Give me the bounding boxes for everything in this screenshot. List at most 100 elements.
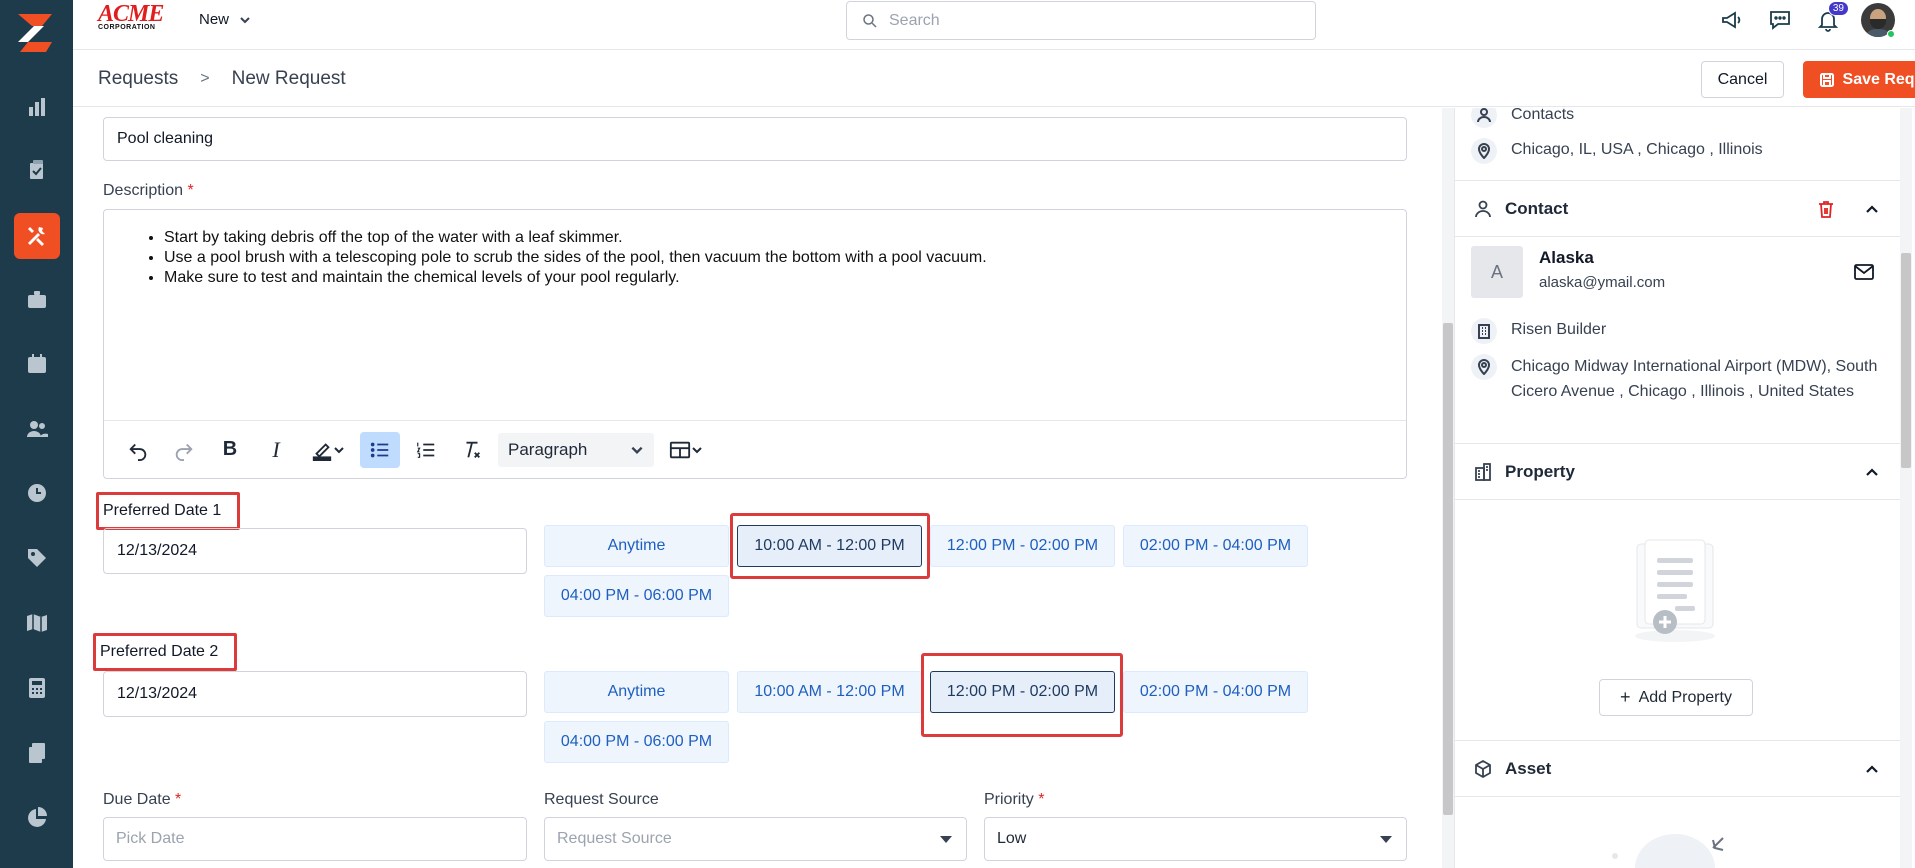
nav-invoices[interactable] [0,663,73,713]
bullet-list-button[interactable] [360,431,400,468]
search-icon [863,13,877,28]
cube-icon [1475,759,1491,778]
users-icon [26,421,48,437]
highlighter-icon [312,442,332,461]
contact-section-title: Contact [1505,198,1569,218]
due-date-label-text: Due Date [103,791,171,808]
description-list[interactable]: Start by taking debris off the top of th… [144,228,987,288]
paragraph-style-select[interactable]: Paragraph [498,432,654,467]
chevron-down-icon [692,446,702,453]
trash-icon[interactable] [1816,199,1836,219]
table-button[interactable] [660,432,712,468]
add-property-label: Add Property [1638,688,1732,706]
form-scrollbar-thumb[interactable] [1443,323,1453,815]
editor-toolbar: B I Paragraph [104,420,1406,478]
nav-reports[interactable] [0,82,73,132]
notifications-button[interactable]: 39 [1813,1,1849,35]
pd1-slot-4pm-6pm[interactable]: 04:00 PM - 06:00 PM [544,575,729,617]
pd1-slot-12pm-2pm[interactable]: 12:00 PM - 02:00 PM [930,525,1115,567]
pie-chart-icon [27,807,47,827]
pd2-slot-10am-12pm[interactable]: 10:00 AM - 12:00 PM [737,671,922,713]
pd1-slot-2pm-4pm[interactable]: 02:00 PM - 04:00 PM [1123,525,1308,567]
pd2-slot-4pm-6pm[interactable]: 04:00 PM - 06:00 PM [544,721,729,763]
side-panel-scrollbar[interactable] [1900,108,1912,868]
save-request-button[interactable]: Save Request [1803,61,1915,98]
request-source-select[interactable]: Request Source [544,817,967,861]
undo-button[interactable] [118,432,158,468]
description-item: Use a pool brush with a telescoping pole… [164,248,987,268]
nav-schedule[interactable] [0,339,73,389]
nav-requests[interactable] [0,211,73,261]
pd1-slot-anytime[interactable]: Anytime [544,525,729,567]
clipboard-check-icon [29,160,43,179]
contact-email: alaska@ymail.com [1539,274,1666,291]
search-input[interactable] [889,11,1289,30]
plus-icon: + [1620,687,1631,707]
breadcrumb-separator: > [200,70,210,87]
empty-asset-illustration [1605,828,1745,868]
highlight-button[interactable] [302,432,354,468]
nav-timesheets[interactable] [0,468,73,518]
clear-format-button[interactable] [452,432,492,468]
chevron-up-icon[interactable] [1864,464,1880,480]
title-field[interactable]: Pool cleaning [103,117,1407,161]
page-title: New Request [231,68,346,89]
left-nav-rail [0,0,73,868]
italic-button[interactable]: I [256,432,296,468]
nav-analytics[interactable] [0,793,73,843]
side-panel-scrollbar-thumb[interactable] [1901,253,1911,468]
asset-section-title: Asset [1505,758,1552,778]
redo-button[interactable] [164,432,204,468]
cancel-button[interactable]: Cancel [1701,61,1784,98]
request-source-placeholder: Request Source [557,830,672,847]
clear-format-icon [466,441,480,458]
preferred-date-2-input[interactable]: 12/13/2024 [103,671,527,717]
contacts-row: Contacts [1471,108,1574,128]
nav-map[interactable] [0,598,73,648]
chevron-up-icon[interactable] [1864,201,1880,217]
bold-button[interactable]: B [210,432,250,468]
undo-icon [129,443,147,461]
property-section-header[interactable]: Property [1455,443,1900,500]
description-label-text: Description [103,182,184,199]
priority-select[interactable]: Low [984,817,1407,861]
pd2-slot-anytime[interactable]: Anytime [544,671,729,713]
numbered-list-icon [416,442,435,458]
chevron-up-icon[interactable] [1864,761,1880,777]
breadcrumb-requests[interactable]: Requests [98,68,178,90]
page-header: Requests > New Request Cancel Save Reque… [73,50,1915,107]
person-icon [1471,108,1497,128]
pd2-slot-2pm-4pm[interactable]: 02:00 PM - 04:00 PM [1123,671,1308,713]
nav-documents[interactable] [0,728,73,778]
required-mark: * [175,791,182,808]
new-dropdown-label: New [199,11,230,28]
brand-logo[interactable]: ACME CORPORATION [98,2,174,36]
nav-quotes[interactable] [0,145,73,195]
breadcrumb: Requests > New Request [98,68,346,90]
new-dropdown[interactable]: New [199,11,251,28]
messages-button[interactable] [1765,5,1795,35]
app-logo-icon[interactable] [12,8,58,56]
due-date-input[interactable]: Pick Date [103,817,527,861]
description-editor[interactable]: Start by taking debris off the top of th… [103,209,1407,479]
nav-jobs[interactable] [0,275,73,325]
numbered-list-button[interactable] [406,432,446,468]
announcements-button[interactable] [1717,5,1747,35]
description-item: Make sure to test and maintain the chemi… [164,268,987,288]
form-scrollbar[interactable] [1442,108,1454,868]
nav-clients[interactable] [0,404,73,454]
due-date-placeholder: Pick Date [116,830,185,847]
chevron-down-icon [631,446,643,454]
nav-pricebook[interactable] [0,533,73,583]
calendar-icon [27,354,46,373]
contact-company-row: Risen Builder [1471,318,1606,344]
mail-icon[interactable] [1852,260,1876,284]
priority-label: Priority * [984,791,1044,809]
add-property-button[interactable]: + Add Property [1599,679,1753,716]
preferred-date-1-input[interactable]: 12/13/2024 [103,528,527,574]
global-search[interactable] [846,1,1316,40]
contact-avatar: A [1471,246,1523,298]
contact-company: Risen Builder [1511,321,1607,338]
asset-section-header[interactable]: Asset [1455,740,1900,797]
contact-section-header[interactable]: Contact [1455,180,1900,237]
